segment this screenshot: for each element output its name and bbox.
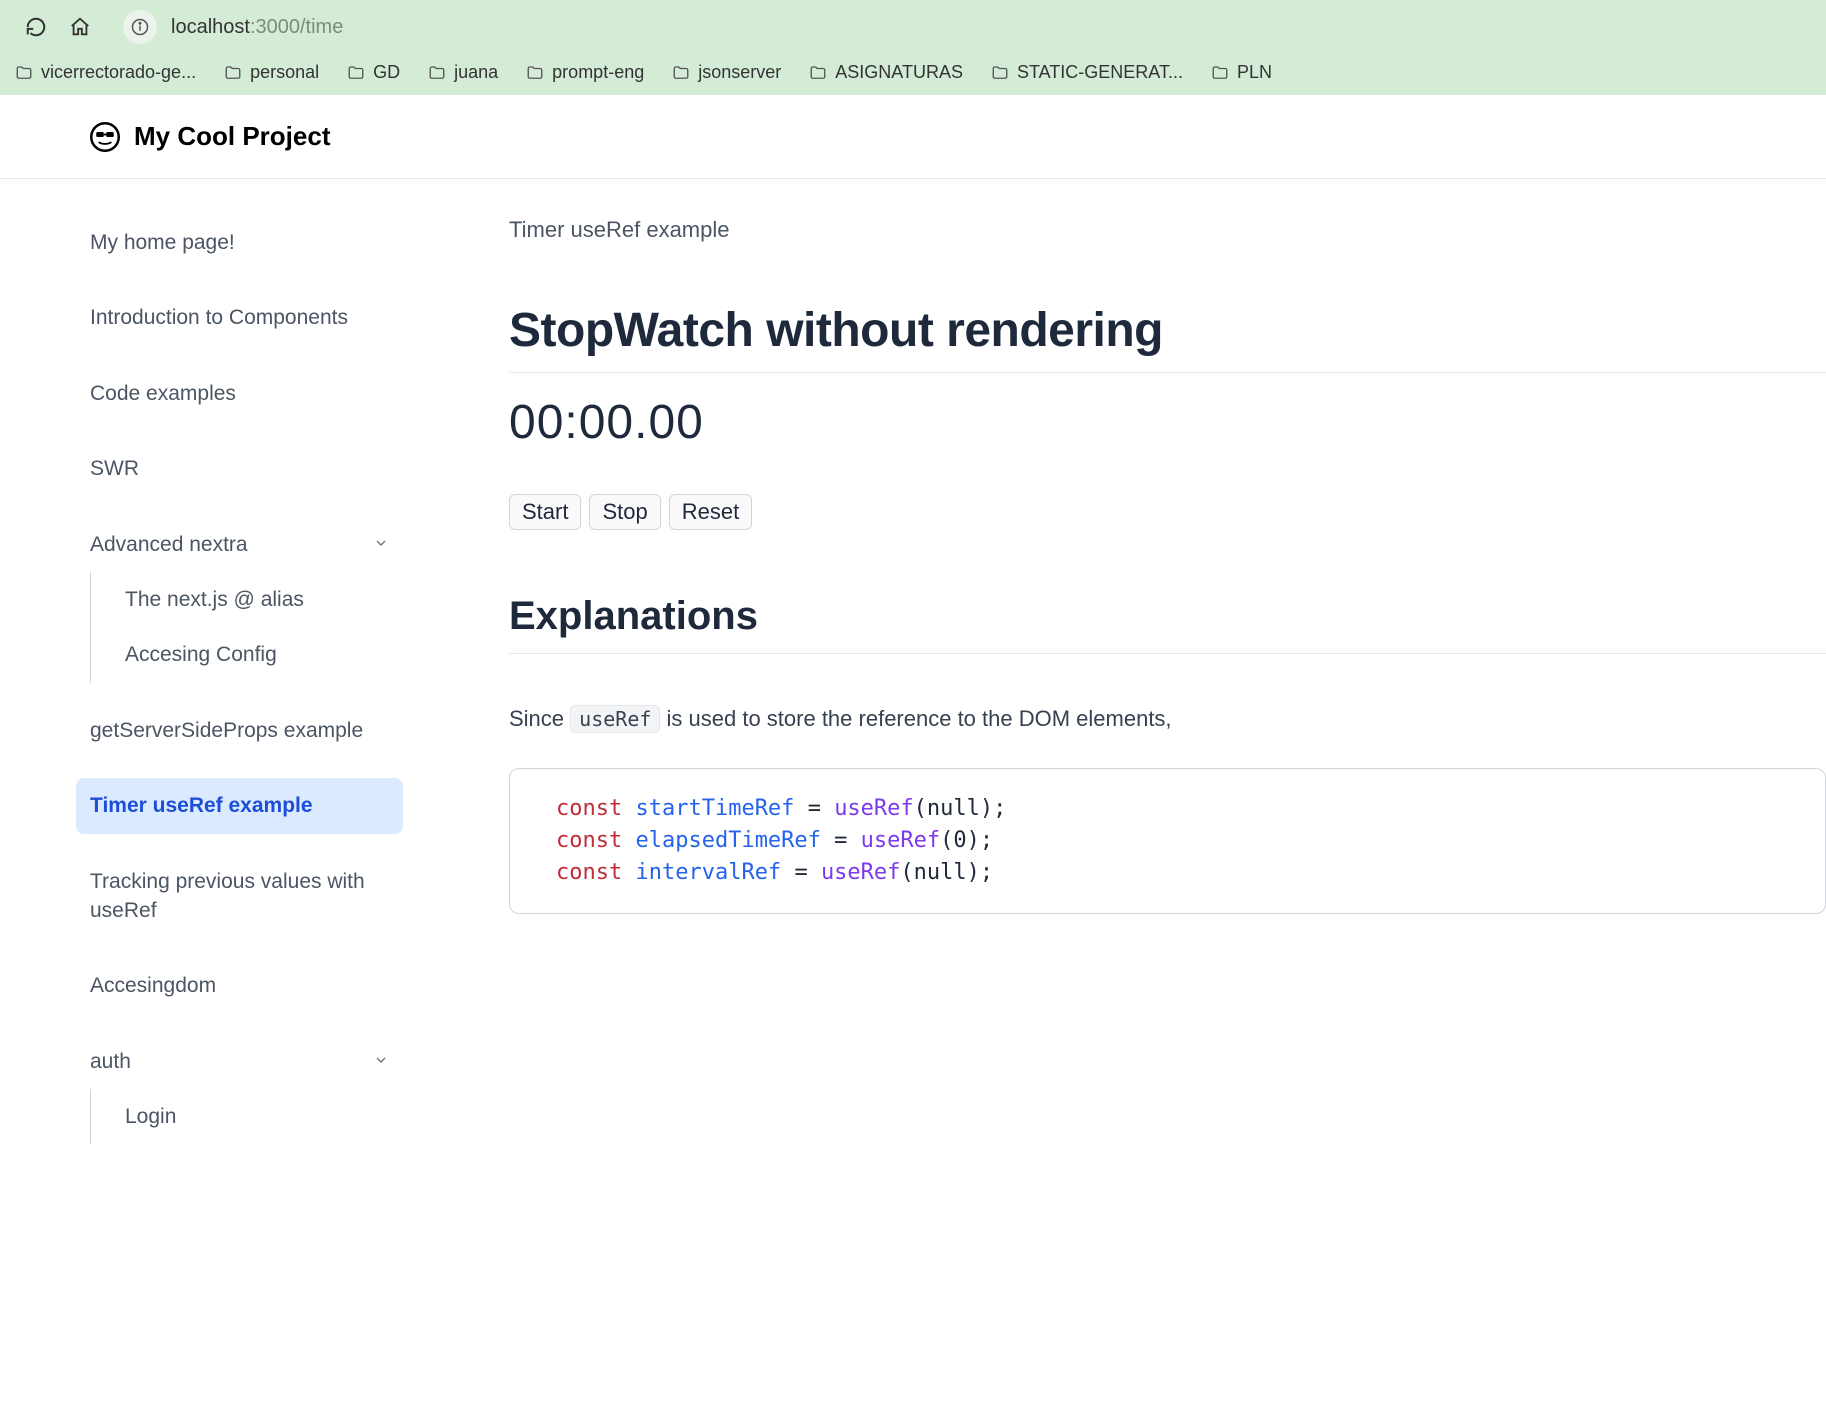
bookmark-item[interactable]: prompt-eng xyxy=(526,62,644,83)
home-icon[interactable] xyxy=(69,16,91,38)
breadcrumb: Timer useRef example xyxy=(509,217,1826,243)
stop-button[interactable]: Stop xyxy=(589,494,660,530)
bookmark-item[interactable]: GD xyxy=(347,62,400,83)
sidebar-item-label: SWR xyxy=(90,454,139,483)
bookmark-item[interactable]: personal xyxy=(224,62,319,83)
address-bar[interactable]: localhost:3000/time xyxy=(123,10,343,44)
header: My Cool Project xyxy=(0,95,1826,179)
bookmark-item[interactable]: juana xyxy=(428,62,498,83)
sidebar-item[interactable]: Code examples xyxy=(76,366,403,421)
url-text: localhost:3000/time xyxy=(171,16,343,39)
sidebar-item[interactable]: My home page! xyxy=(76,215,403,270)
bookmark-item[interactable]: vicerrectorado-ge... xyxy=(15,62,196,83)
bookmarks-bar: vicerrectorado-ge... personal GD juana promp… xyxy=(15,56,1811,85)
bookmark-label: PLN xyxy=(1237,62,1272,83)
reset-button[interactable]: Reset xyxy=(669,494,752,530)
start-button[interactable]: Start xyxy=(509,494,581,530)
bookmark-label: personal xyxy=(250,62,319,83)
sidebar-subitems: The next.js @ alias Accesing Config xyxy=(90,572,403,683)
sidebar-item-label: My home page! xyxy=(90,228,235,257)
bookmark-item[interactable]: STATIC-GENERAT... xyxy=(991,62,1183,83)
sidebar-item[interactable]: Advanced nextra xyxy=(76,517,403,572)
main: Timer useRef example StopWatch without r… xyxy=(415,179,1826,1184)
sidebar-item[interactable]: Login xyxy=(99,1089,403,1144)
page-title: StopWatch without rendering xyxy=(509,303,1826,373)
sidebar-item-label: Accesingdom xyxy=(90,971,216,1000)
bookmark-item[interactable]: PLN xyxy=(1211,62,1272,83)
inline-code: useRef xyxy=(570,705,660,733)
sidebar-item-label: The next.js @ alias xyxy=(125,585,304,614)
sidebar-item-label: Login xyxy=(125,1102,176,1131)
stopwatch-display: 00:00.00 xyxy=(509,395,1826,450)
bookmark-item[interactable]: ASIGNATURAS xyxy=(809,62,963,83)
sidebar-item[interactable]: SWR xyxy=(76,441,403,496)
sidebar-item-label: getServerSideProps example xyxy=(90,716,363,745)
chevron-down-icon xyxy=(373,530,389,559)
sidebar-item[interactable]: Accesingdom xyxy=(76,958,403,1013)
info-icon[interactable] xyxy=(123,10,157,44)
browser-toolbar: localhost:3000/time xyxy=(15,10,1811,56)
reload-icon[interactable] xyxy=(25,16,47,38)
chevron-down-icon xyxy=(373,1047,389,1076)
sidebar: My home page! Introduction to Components C… xyxy=(0,179,415,1184)
bookmark-label: ASIGNATURAS xyxy=(835,62,963,83)
explanation-paragraph: Since useRef is used to store the refere… xyxy=(509,706,1826,732)
sidebar-item-label: auth xyxy=(90,1047,131,1076)
sidebar-item-label: Tracking previous values with useRef xyxy=(90,867,389,926)
sidebar-item[interactable]: auth xyxy=(76,1034,403,1089)
bookmark-label: prompt-eng xyxy=(552,62,644,83)
sidebar-item-label: Advanced nextra xyxy=(90,530,248,559)
sidebar-item-label: Timer useRef example xyxy=(90,791,313,820)
sidebar-item[interactable]: getServerSideProps example xyxy=(76,703,403,758)
project-title: My Cool Project xyxy=(134,121,330,152)
sidebar-item-label: Accesing Config xyxy=(125,640,277,669)
bookmark-label: juana xyxy=(454,62,498,83)
app: My Cool Project My home page! Introductio… xyxy=(0,95,1826,1184)
content: My home page! Introduction to Components C… xyxy=(0,179,1826,1184)
code-block: const startTimeRef = useRef(null); const… xyxy=(509,768,1826,914)
sidebar-item[interactable]: The next.js @ alias xyxy=(99,572,403,627)
sidebar-item[interactable]: Introduction to Components xyxy=(76,290,403,345)
bookmark-label: jsonserver xyxy=(698,62,781,83)
sidebar-item-label: Introduction to Components xyxy=(90,303,348,332)
bookmark-label: vicerrectorado-ge... xyxy=(41,62,196,83)
bookmark-label: STATIC-GENERAT... xyxy=(1017,62,1183,83)
sidebar-item[interactable]: Accesing Config xyxy=(99,627,403,682)
button-row: Start Stop Reset xyxy=(509,494,1826,530)
sidebar-item[interactable]: Timer useRef example xyxy=(76,778,403,833)
bookmark-item[interactable]: jsonserver xyxy=(672,62,781,83)
logo-icon xyxy=(90,122,120,152)
browser-chrome: localhost:3000/time vicerrectorado-ge...… xyxy=(0,0,1826,95)
sidebar-item[interactable]: Tracking previous values with useRef xyxy=(76,854,403,939)
sidebar-subitems: Login xyxy=(90,1089,403,1144)
bookmark-label: GD xyxy=(373,62,400,83)
sidebar-item-label: Code examples xyxy=(90,379,236,408)
explanations-heading: Explanations xyxy=(509,594,1826,654)
